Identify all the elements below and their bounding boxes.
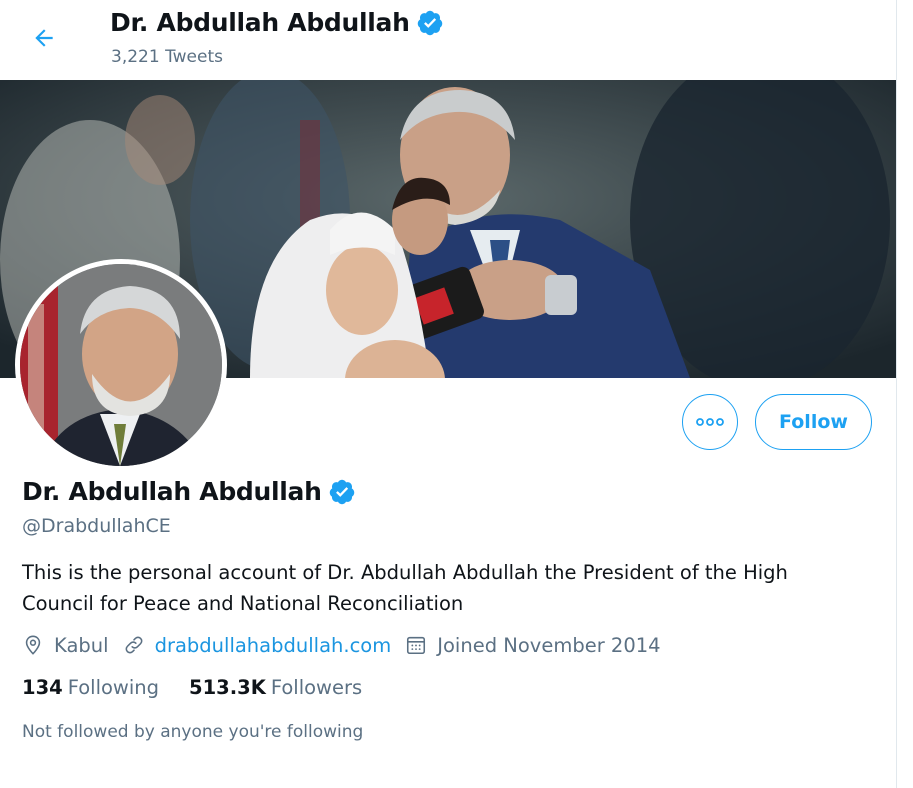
followers-link[interactable]: 513.3K Followers (189, 676, 362, 699)
right-divider (896, 0, 897, 788)
arrow-left-icon (35, 29, 53, 47)
profile-meta-row: Kabul drabdullahabdullah.com Joined Nove… (22, 631, 675, 659)
profile-handle: @DrabdullahCE (22, 515, 171, 537)
profile-header-bar: Dr. Abdullah Abdullah 3,221 Tweets (0, 0, 896, 78)
follow-button[interactable]: Follow (755, 394, 872, 450)
joined-item: Joined November 2014 (405, 633, 661, 657)
following-count: 134 (22, 676, 63, 699)
profile-bio: This is the personal account of Dr. Abdu… (22, 561, 788, 615)
calendar-icon (407, 636, 426, 655)
header-display-name: Dr. Abdullah Abdullah (110, 8, 444, 37)
tweets-count: 3,221 Tweets (111, 47, 223, 67)
followers-label: Followers (270, 676, 363, 699)
website-link[interactable]: drabdullahabdullah.com (155, 634, 392, 657)
following-link[interactable]: 134 Following (22, 676, 159, 699)
location-item: Kabul (22, 634, 109, 657)
joined-text: Joined November 2014 (437, 633, 661, 657)
header-name-text: Dr. Abdullah Abdullah (110, 8, 410, 37)
verified-badge-icon (329, 479, 354, 504)
location-text: Kabul (54, 633, 109, 657)
website-item[interactable]: drabdullahabdullah.com (123, 634, 392, 657)
not-followed-note: Not followed by anyone you're following (22, 722, 364, 742)
back-button[interactable] (26, 20, 62, 56)
avatar-photo (20, 264, 222, 466)
followers-count: 513.3K (189, 676, 266, 699)
link-icon (125, 636, 143, 654)
more-dots-icon (696, 418, 724, 426)
more-options-button[interactable] (682, 394, 738, 450)
profile-display-name: Dr. Abdullah Abdullah (22, 477, 356, 506)
profile-avatar[interactable] (15, 259, 227, 471)
following-label: Following (67, 676, 160, 699)
location-pin-icon (25, 635, 41, 655)
follow-counts-row: 134 Following 513.3K Followers (22, 676, 392, 699)
verified-badge-icon (417, 10, 442, 35)
profile-name-text: Dr. Abdullah Abdullah (22, 477, 322, 506)
